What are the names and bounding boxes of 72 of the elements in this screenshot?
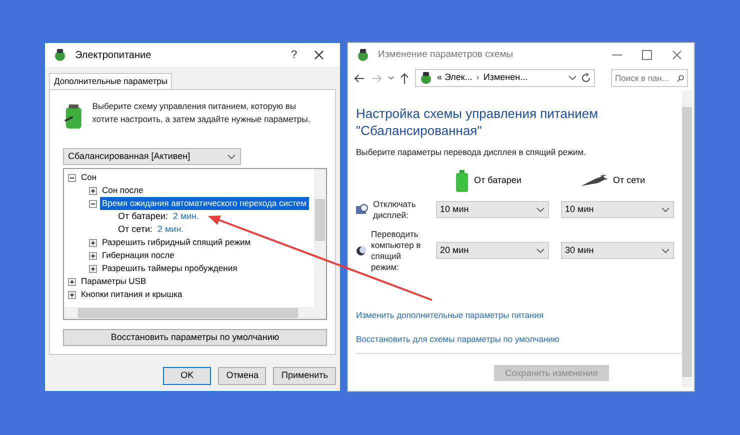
chevron-down-icon — [568, 75, 577, 81]
moon-icon — [356, 246, 366, 256]
breadcrumb-item[interactable]: Изменен... — [483, 71, 564, 85]
expand-icon[interactable] — [68, 290, 76, 298]
tree-item[interactable]: Разрешить гибридный спящий режим — [100, 236, 253, 249]
battery-plug-icon — [63, 103, 84, 131]
search-input[interactable]: Поиск в пан... — [615, 72, 677, 84]
chevron-down-icon — [388, 76, 394, 80]
close-icon — [314, 50, 324, 60]
time-dropdown[interactable]: 30 мин — [561, 242, 674, 260]
search-icon — [677, 74, 684, 82]
close-icon — [672, 50, 682, 60]
scrollbar-thumb[interactable] — [315, 199, 325, 241]
window-title: Электропитание — [75, 48, 152, 62]
vertical-scrollbar[interactable] — [314, 169, 326, 307]
dialog-button[interactable]: Отмена — [218, 367, 266, 385]
setting-label: От сети: — [118, 222, 152, 236]
time-dropdown[interactable]: 10 мин — [436, 201, 549, 218]
column-header: От сети — [613, 174, 645, 187]
setting-value-link[interactable]: 2 мин. — [157, 222, 184, 236]
setting-label: От батареи: — [118, 210, 168, 223]
tab[interactable]: Дополнительные параметры — [49, 73, 172, 89]
horizontal-scrollbar[interactable] — [64, 307, 326, 319]
settings-link[interactable]: Восстановить для схемы параметры по умолчанию — [356, 332, 676, 346]
time-dropdown[interactable]: 20 мин — [436, 242, 549, 260]
subtitle-text: Выберите параметры перевода дисплея в спящий режим. — [356, 146, 587, 159]
restore-defaults-button[interactable]: Восстановить параметры по умолчанию — [63, 329, 327, 346]
expand-icon[interactable] — [89, 238, 97, 246]
collapse-icon[interactable] — [68, 174, 76, 182]
help-button[interactable]: ? — [282, 46, 306, 64]
back-arrow-icon — [354, 74, 365, 82]
settings-link[interactable]: Изменить дополнительные параметры питания — [356, 308, 676, 322]
tree-item[interactable]: Время ожидания автоматического перехода систем — [100, 197, 309, 210]
tree-item[interactable]: Гибернация после — [100, 249, 176, 262]
column-header: От батареи — [474, 174, 522, 187]
address-bar[interactable]: « Элек... › Изменен... — [415, 69, 595, 87]
tree-item[interactable]: Кнопки питания и крышка — [79, 288, 184, 301]
time-dropdown[interactable]: 10 мин — [561, 201, 674, 218]
breadcrumb-separator: › — [476, 71, 480, 84]
window-title: Изменение параметров схемы — [378, 48, 514, 62]
monitor-clock-icon — [356, 204, 368, 216]
collapse-icon[interactable] — [89, 200, 97, 208]
up-arrow-icon — [400, 72, 409, 84]
chevron-down-icon — [661, 206, 670, 213]
chevron-down-icon — [536, 206, 545, 213]
maximize-icon — [642, 50, 652, 60]
chevron-down-icon — [661, 248, 670, 254]
expand-icon[interactable] — [68, 278, 76, 286]
setting-label: Переводить компьютер в спящий режим: — [371, 228, 422, 273]
tree-item[interactable]: Сон — [79, 171, 99, 184]
expand-icon[interactable] — [89, 252, 97, 260]
expand-icon[interactable] — [89, 264, 97, 272]
tree-item[interactable]: Параметры USB — [79, 275, 148, 288]
dialog-button[interactable]: OK — [163, 367, 212, 385]
setting-label: Отключать дисплей: — [373, 198, 417, 221]
breadcrumb-item[interactable]: « Элек... — [437, 71, 472, 85]
forward-arrow-icon — [371, 74, 382, 82]
battery-icon — [456, 170, 468, 192]
scheme-dropdown[interactable]: Сбалансированная [Активен] — [63, 148, 241, 165]
scrollbar-thumb[interactable] — [78, 308, 298, 318]
expand-icon[interactable] — [89, 186, 97, 194]
plug-icon — [581, 174, 607, 187]
dialog-button[interactable]: Применить — [273, 367, 336, 385]
chevron-down-icon — [536, 248, 545, 254]
page-heading: Настройка схемы управления питанием "Сбалансированная" — [356, 105, 600, 139]
setting-value-link[interactable]: 2 мин. — [172, 210, 200, 224]
refresh-icon — [581, 73, 591, 83]
intro-text: Выберите схему управления питанием, которую вы хотите настроить, а затем задайте нужные параметры. — [92, 100, 312, 126]
tree-item[interactable]: Разрешить таймеры пробуждения — [100, 262, 240, 275]
tree-item[interactable]: Сон после — [100, 184, 146, 197]
chevron-down-icon — [227, 154, 236, 160]
search-field[interactable]: Поиск в пан... — [611, 69, 688, 87]
